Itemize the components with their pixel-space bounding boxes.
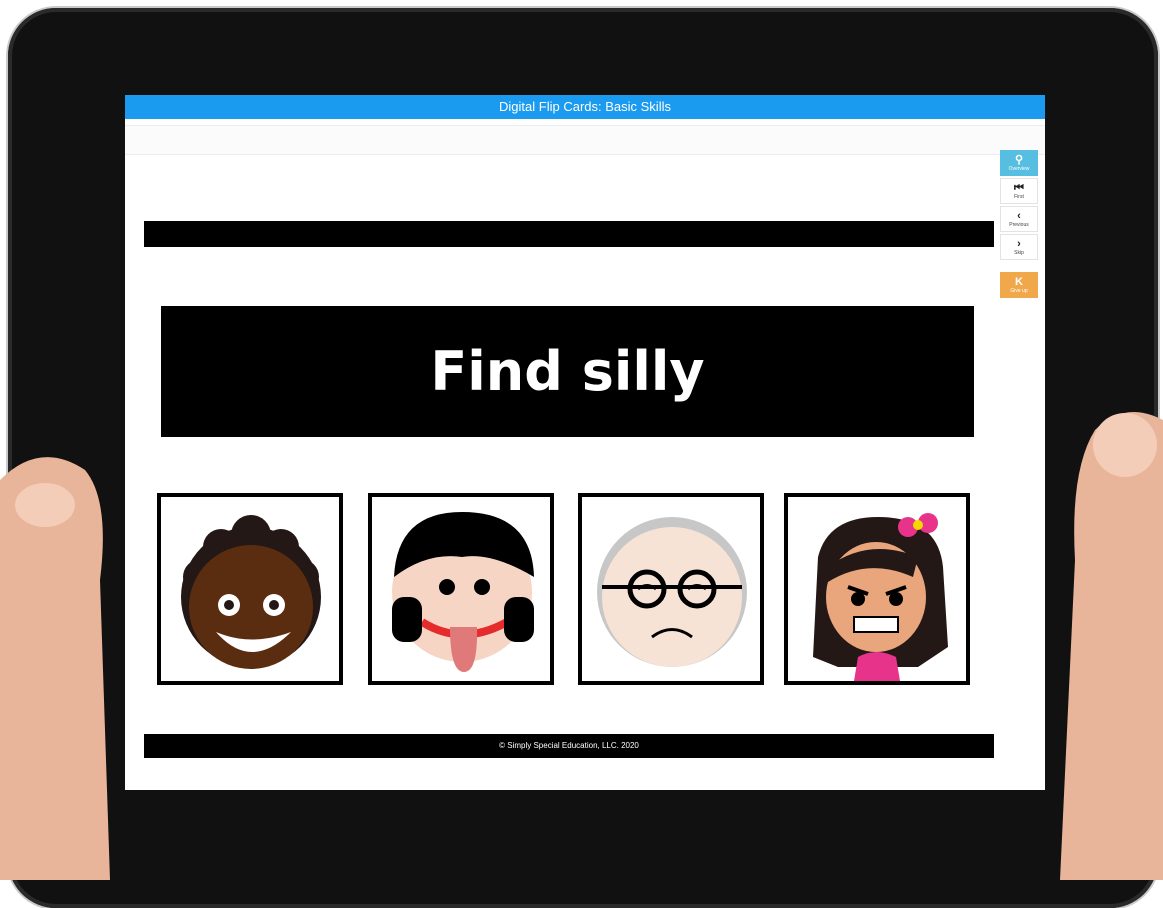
magnifier-icon: ⚲ [1014, 154, 1024, 166]
skip-button[interactable]: › Skip [1000, 234, 1038, 260]
give-up-button[interactable]: K Give up [1000, 272, 1038, 298]
give-up-label: Give up [1010, 288, 1028, 294]
left-hand [0, 457, 110, 880]
copyright-footer: © Simply Special Education, LLC. 2020 [144, 734, 994, 758]
app-title-bar: Digital Flip Cards: Basic Skills [125, 95, 1045, 119]
chevron-left-icon: ‹ [1017, 210, 1021, 222]
answer-card-angry[interactable] [784, 493, 970, 685]
top-black-bar [144, 221, 994, 247]
answer-card-happy[interactable] [157, 493, 343, 685]
prompt-banner: Find silly [161, 306, 974, 437]
chevron-right-icon: › [1017, 238, 1021, 250]
overview-label: Overview [1008, 166, 1030, 172]
answer-card-silly[interactable] [368, 493, 554, 685]
app-title: Digital Flip Cards: Basic Skills [499, 99, 671, 114]
skip-label: Skip [1014, 250, 1024, 256]
answer-card-sad[interactable] [578, 493, 764, 685]
first-icon: ⏮ [1014, 182, 1024, 194]
overview-button[interactable]: ⚲ Overview [1000, 150, 1038, 176]
give-up-icon: K [1015, 276, 1023, 288]
silly-face-icon [392, 512, 534, 672]
first-button[interactable]: ⏮ First [1000, 178, 1038, 204]
right-hand [1060, 412, 1163, 880]
copyright-text: © Simply Special Education, LLC. 2020 [499, 741, 639, 750]
previous-label: Previous [1009, 222, 1029, 228]
prompt-text: Find silly [430, 340, 705, 403]
app-screen: Digital Flip Cards: Basic Skills Find si… [125, 95, 1045, 790]
toolbar-strip [125, 125, 1045, 155]
happy-face-icon [181, 515, 321, 669]
first-label: First [1014, 194, 1024, 200]
sad-face-icon [597, 517, 747, 667]
angry-face-icon [813, 513, 948, 681]
previous-button[interactable]: ‹ Previous [1000, 206, 1038, 232]
